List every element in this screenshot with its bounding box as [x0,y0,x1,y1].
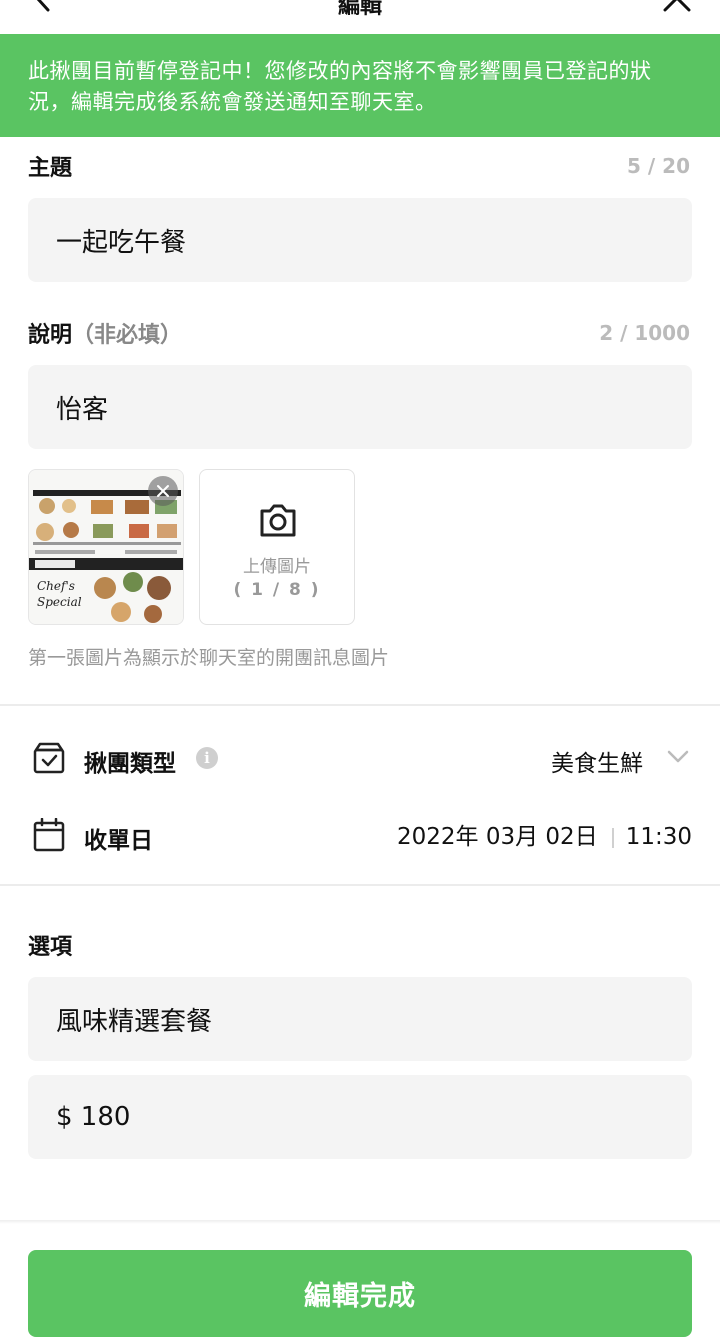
svg-text:Special: Special [37,595,82,609]
deadline-label: 收單日 [84,828,153,854]
date-time-separator [611,827,614,848]
section-divider [0,884,720,886]
deadline-time[interactable]: 11:30 [626,824,692,850]
description-char-counter: 2 / 1000 [599,321,690,345]
description-input[interactable]: 怡客 [28,365,692,449]
close-icon [157,485,169,497]
option-name-input[interactable]: 風味精選套餐 [28,977,692,1061]
category-value: 美食生鮮 [551,751,643,777]
upload-image-button[interactable]: 上傳圖片 ( 1 / 8 ) [199,469,355,625]
upload-count: ( 1 / 8 ) [233,580,321,600]
paused-notice-banner: 此揪團目前暫停登記中！您修改的內容將不會影響團員已登記的狀況，編輯完成後系統會發… [0,34,720,137]
subject-char-counter: 5 / 20 [627,154,690,178]
camera-icon [260,504,296,537]
calendar-icon [33,818,65,852]
bottom-bar-shadow [0,1220,720,1224]
deadline-value[interactable]: 2022年 03月 02日 11:30 [397,817,692,851]
top-nav: 編輯 [0,0,720,34]
chevron-down-icon [667,750,689,763]
edit-group-buy-page: 編輯 此揪團目前暫停登記中！您修改的內容將不會影響團員已登記的狀況，編輯完成後系… [0,0,720,1343]
option-price-input[interactable]: $ 180 [28,1075,692,1159]
close-icon[interactable] [662,0,692,12]
options-label: 選項 [28,935,73,960]
submit-edit-button[interactable]: 編輯完成 [28,1250,692,1337]
description-label-text: 說明 [28,323,73,348]
info-icon[interactable]: i [196,747,218,769]
svg-text:Chef's: Chef's [37,579,75,593]
deadline-date[interactable]: 2022年 03月 02日 [397,824,598,850]
subject-label: 主題 [28,156,73,181]
category-label: 揪團類型 [84,751,176,777]
section-divider [0,704,720,706]
description-optional-note: （非必填） [72,323,183,348]
image-hint-text: 第一張圖片為顯示於聊天室的開團訊息圖片 [28,647,390,669]
description-label: 說明（非必填） [28,317,182,349]
remove-photo-button[interactable] [148,476,178,506]
shopping-bag-icon [33,742,65,774]
subject-input[interactable]: 一起吃午餐 [28,198,692,282]
page-title: 編輯 [337,0,382,19]
upload-label: 上傳圖片 [243,557,311,577]
